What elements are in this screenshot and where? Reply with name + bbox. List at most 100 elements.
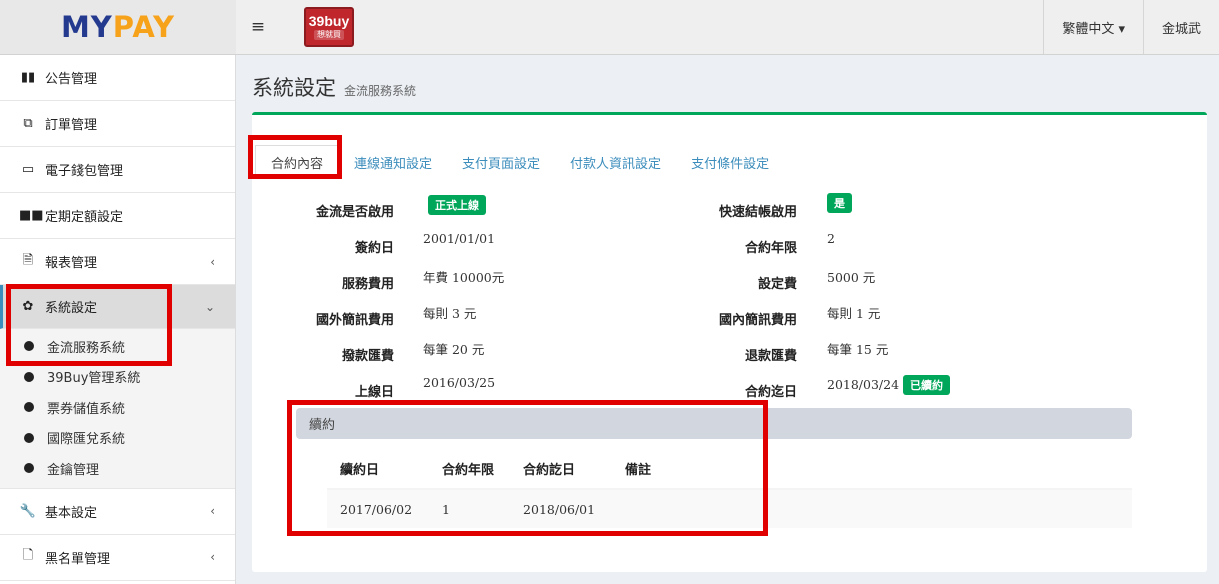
field-value: 每筆 15 元: [827, 342, 889, 357]
submenu-item-label: 國際匯兌系統: [47, 432, 126, 448]
renewal-section-header: 續約: [296, 408, 1132, 439]
sidebar-item-system-settings[interactable]: ✿ 系統設定 ⌄: [0, 285, 235, 329]
submenu-item-label: 金流服務系統: [47, 340, 126, 356]
grid-icon: ■■: [19, 208, 44, 223]
field-value: 2016/03/25: [423, 375, 496, 390]
document-icon: 🗋: [22, 548, 34, 563]
submenu-item-label: 票券儲值系統: [47, 401, 126, 417]
brand-39buy-subtext: 想就買: [314, 30, 344, 40]
submenu-item-remittance[interactable]: 國際匯兌系統: [0, 423, 235, 454]
chevron-left-icon: ‹: [210, 550, 215, 564]
field-label: 退款匯費: [744, 349, 797, 364]
sidebar-item-orders[interactable]: ⧉ 訂單管理: [0, 101, 235, 147]
field-value: 5000 元: [827, 270, 876, 285]
sidebar-item-label: 系統設定: [45, 301, 98, 316]
field-value: 每則 3 元: [423, 306, 477, 321]
chevron-down-icon: ⌄: [204, 299, 215, 314]
column-header: 續約日: [327, 449, 429, 490]
brand-39buy-logo[interactable]: 39buy 想就買: [304, 7, 354, 47]
tab-payment-page[interactable]: 支付頁面設定: [447, 145, 555, 179]
field-label: 國內簡訊費用: [718, 313, 797, 328]
renewal-table: 續約日 合約年限 合約訖日 備註 2017/06/02 1 2018/06/01: [327, 449, 1132, 528]
field-label: 快速結帳啟用: [718, 205, 797, 220]
field-value: 是: [827, 193, 852, 213]
field-label: 合約年限: [744, 241, 797, 256]
field-label: 金流是否啟用: [315, 205, 394, 220]
bullet-icon: [24, 402, 34, 413]
contract-panel: 合約內容 連線通知設定 支付頁面設定 付款人資訊設定 支付條件設定 金流是否啟用…: [252, 112, 1207, 572]
submenu-item-keys[interactable]: 金鑰管理: [0, 453, 235, 484]
field-value: 每則 1 元: [827, 306, 881, 321]
file-icon: 🗎: [22, 252, 34, 268]
sidebar-item-reports[interactable]: 🗎 報表管理 ‹: [0, 239, 235, 285]
field-value: 每筆 20 元: [423, 342, 485, 357]
sidebar-item-label: 定期定額設定: [45, 210, 124, 225]
table-header-row: 續約日 合約年限 合約訖日 備註: [327, 449, 1132, 490]
language-dropdown[interactable]: 繁體中文 ▾: [1043, 0, 1143, 54]
bullet-icon: [24, 432, 34, 443]
submenu-item-label: 39Buy管理系統: [47, 371, 141, 387]
hamburger-icon[interactable]: ≡: [236, 17, 280, 37]
sidebar-item-label: 電子錢包管理: [45, 164, 124, 179]
field-label: 國外簡訊費用: [315, 313, 394, 328]
table-cell: [612, 488, 1132, 528]
field-label: 上線日: [354, 385, 394, 400]
contract-end-date: 2018/03/24: [827, 377, 900, 392]
content-header: 系統設定 金流服務系統: [252, 72, 416, 102]
sidebar-item-blacklist[interactable]: 🗋 黑名單管理 ‹: [0, 535, 235, 581]
field-label: 簽約日: [354, 241, 394, 256]
gear-icon: ✿: [22, 299, 34, 314]
table-cell: 2017/06/02: [327, 488, 429, 528]
map-icon: ▮▮: [20, 70, 36, 85]
status-badge: 正式上線: [428, 195, 486, 215]
bullet-icon: [24, 463, 34, 474]
bullet-icon: [24, 341, 34, 352]
sidebar-item-recurring[interactable]: ■■ 定期定額設定: [0, 193, 235, 239]
table-cell: 1: [428, 488, 511, 528]
field-label: 服務費用: [341, 277, 394, 292]
tab-connection-notify[interactable]: 連線通知設定: [339, 145, 447, 179]
sidebar-item-basic-settings[interactable]: 🔧 基本設定 ‹: [0, 489, 235, 535]
status-badge: 是: [827, 193, 852, 213]
column-header: 合約訖日: [510, 449, 612, 490]
table-cell: 2018/06/01: [510, 488, 612, 528]
field-label: 設定費: [757, 277, 797, 292]
wrench-icon: 🔧: [19, 503, 37, 519]
sidebar-item-announcements[interactable]: ▮▮ 公告管理: [0, 55, 235, 101]
system-settings-submenu: 金流服務系統 39Buy管理系統 票券儲值系統 國際匯兌系統 金鑰管理: [0, 329, 235, 489]
chevron-left-icon: ‹: [210, 504, 215, 518]
sidebar-item-label: 訂單管理: [45, 118, 98, 133]
logo-pay: PAY: [112, 10, 176, 44]
top-navbar: ≡ 39buy 想就買 繁體中文 ▾ 金城武: [236, 0, 1219, 55]
submenu-item-label: 金鑰管理: [47, 462, 100, 478]
field-label: 合約迄日: [744, 385, 797, 400]
submenu-item-payment-service[interactable]: 金流服務系統: [0, 331, 235, 362]
tab-payment-conditions[interactable]: 支付條件設定: [676, 145, 784, 179]
brand-39buy-text: 39buy: [308, 13, 350, 29]
field-value: 年費 10000元: [423, 270, 505, 285]
chevron-left-icon: ‹: [210, 254, 215, 269]
user-menu[interactable]: 金城武: [1142, 0, 1219, 54]
field-value: 2018/03/24 已續約: [827, 375, 951, 395]
submenu-item-ticket[interactable]: 票券儲值系統: [0, 392, 235, 423]
column-header: 合約年限: [428, 449, 511, 490]
tab-contract[interactable]: 合約內容: [255, 145, 340, 179]
sidebar-item-label: 黑名單管理: [45, 551, 111, 567]
sidebar-item-label: 公告管理: [45, 72, 98, 87]
sidebar-item-label: 報表管理: [45, 256, 98, 271]
field-label: 撥款匯費: [341, 349, 394, 364]
sidebar-item-e-wallet[interactable]: ▭ 電子錢包管理: [0, 147, 235, 193]
field-value: 正式上線: [428, 195, 486, 215]
credit-card-icon: ▭: [21, 162, 35, 177]
sidebar: ▮▮ 公告管理 ⧉ 訂單管理 ▭ 電子錢包管理 ■■ 定期定額設定 🗎 報表管理…: [0, 55, 236, 584]
submenu-item-39buy[interactable]: 39Buy管理系統: [0, 362, 235, 393]
field-value: 2: [827, 231, 835, 246]
logo-my: MY: [60, 10, 113, 44]
logo[interactable]: MYPAY: [0, 0, 236, 55]
tab-bar: 合約內容 連線通知設定 支付頁面設定 付款人資訊設定 支付條件設定: [252, 145, 784, 179]
status-badge: 已續約: [903, 375, 951, 395]
tab-payer-info[interactable]: 付款人資訊設定: [555, 145, 676, 179]
sidebar-item-label: 基本設定: [45, 505, 98, 521]
page-subtitle: 金流服務系統: [344, 84, 417, 98]
table-row: 2017/06/02 1 2018/06/01: [327, 488, 1132, 528]
